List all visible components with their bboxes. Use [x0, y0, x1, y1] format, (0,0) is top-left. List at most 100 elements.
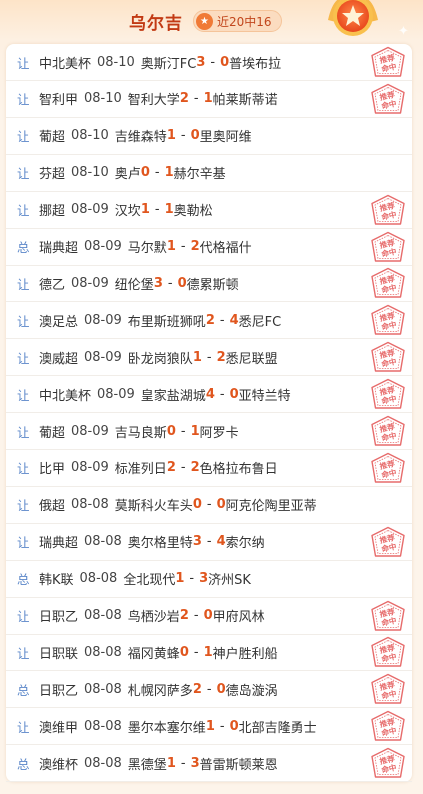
match-row[interactable]: 总 瑞典超 08-09 马尔默 1 - 2 代格福什 推荐 命中 — [6, 229, 412, 266]
home-team: 莫斯科火车头 — [114, 499, 193, 515]
home-team: 奥卢 — [114, 167, 141, 183]
league-name: 日职乙 — [39, 610, 79, 625]
match-row[interactable]: 让 俄超 08-08 莫斯科火车头 0 - 0 阿克伦陶里亚蒂 — [6, 487, 412, 524]
match-row[interactable]: 让 芬超 08-10 奥卢 0 - 1 赫尔辛基 — [6, 155, 412, 192]
home-team: 汉坎 — [114, 204, 141, 220]
league-name: 德乙 — [39, 277, 66, 293]
league-name: 澳足总 — [39, 314, 79, 330]
bet-type-label: 让 — [17, 719, 30, 735]
score-separator: - — [167, 275, 173, 291]
away-score: 1 — [164, 202, 174, 218]
away-team: 济州SK — [208, 573, 251, 589]
bet-type-label: 让 — [17, 498, 30, 514]
match-date: 08-08 — [79, 571, 118, 587]
score-separator: - — [154, 165, 160, 181]
match-row[interactable]: 让 澳足总 08-09 布里斯班狮吼 2 - 4 悉尼FC 推荐 命中 — [6, 302, 412, 340]
away-team: 赫尔辛基 — [173, 167, 226, 183]
match-row[interactable]: 让 葡超 08-10 吉维森特 1 - 0 里奥阿维 — [6, 118, 412, 155]
match-row[interactable]: 让 挪超 08-09 汉坎 1 - 1 奥勒松 推荐 命中 — [6, 192, 412, 229]
away-score: 2 — [216, 349, 226, 365]
home-team: 奥斯汀FC — [140, 56, 197, 72]
match-row[interactable]: 让 日职联 08-08 福冈黄蜂 0 - 1 神户胜利船 推荐 命中 — [6, 634, 412, 672]
league-name: 瑞典超 — [39, 241, 79, 256]
score-separator: - — [180, 128, 186, 144]
score-separator: - — [219, 312, 225, 328]
match-date: 08-09 — [97, 386, 135, 402]
match-date: 08-08 — [84, 644, 122, 660]
league-name: 澳维甲 — [39, 720, 79, 736]
score-separator: - — [180, 460, 186, 476]
match-row[interactable]: 让 智利甲 08-10 智利大学 2 - 1 帕莱斯蒂诺 推荐 命中 — [6, 81, 412, 118]
league-name: 澳维杯 — [39, 757, 79, 773]
match-date: 08-09 — [84, 312, 122, 328]
bet-type-label: 让 — [17, 424, 30, 440]
league-name: 芬超 — [39, 167, 66, 183]
match-date: 08-08 — [84, 718, 122, 734]
home-score: 0 — [179, 644, 189, 660]
bet-type-label: 让 — [17, 609, 30, 624]
score-separator: - — [206, 534, 212, 550]
hit-stamp-icon: 推荐 命中 — [370, 378, 406, 410]
match-date: 08-10 — [84, 91, 122, 107]
score-separator: - — [206, 681, 212, 697]
match-row[interactable]: 让 瑞典超 08-08 奥尔格里特 3 - 4 索尔纳 推荐 命中 — [6, 524, 412, 561]
match-row[interactable]: 让 葡超 08-09 吉马良斯 0 - 1 阿罗卡 推荐 命中 — [6, 413, 412, 450]
match-date: 08-08 — [84, 608, 122, 623]
score-separator: - — [219, 386, 225, 402]
match-row[interactable]: 让 中北美杯 08-09 皇家盐湖城 4 - 0 亚特兰特 推荐 命中 — [6, 376, 412, 414]
home-score: 1 — [205, 718, 215, 734]
match-date: 08-10 — [97, 54, 135, 70]
score-separator: - — [206, 497, 212, 513]
score-separator: - — [180, 239, 186, 254]
league-name: 葡超 — [39, 425, 66, 441]
away-score: 0 — [190, 128, 200, 144]
away-score: 0 — [203, 608, 213, 623]
score-separator: - — [189, 571, 195, 587]
bet-type-label: 让 — [17, 350, 30, 366]
match-row[interactable]: 总 澳维杯 08-08 黑德堡 1 - 3 普雷斯顿莱恩 推荐 命中 — [6, 745, 412, 783]
match-date: 08-09 — [71, 202, 109, 218]
match-row[interactable]: 让 日职乙 08-08 鸟栖沙岩 2 - 0 甲府风林 推荐 命中 — [6, 598, 412, 635]
away-score: 0 — [216, 681, 226, 697]
away-score: 1 — [203, 644, 213, 660]
score-separator: - — [193, 644, 199, 660]
away-score: 3 — [190, 755, 200, 771]
bet-type-label: 让 — [17, 387, 30, 403]
match-date: 08-09 — [84, 239, 122, 254]
match-row[interactable]: 总 日职乙 08-08 札幌冈萨多 2 - 0 德岛漩涡 推荐 命中 — [6, 671, 412, 709]
away-score: 0 — [229, 718, 239, 734]
bet-type-label: 让 — [17, 129, 30, 145]
home-score: 3 — [153, 275, 163, 291]
match-date: 08-09 — [71, 423, 109, 439]
match-date: 08-10 — [71, 128, 109, 144]
league-name: 比甲 — [39, 462, 66, 478]
league-name: 智利甲 — [39, 93, 79, 109]
match-row[interactable]: 让 比甲 08-09 标准列日 2 - 2 色格拉布鲁日 推荐 命中 — [6, 450, 412, 487]
home-score: 2 — [205, 312, 215, 328]
hit-stamp-icon: 推荐 命中 — [370, 341, 406, 373]
match-row[interactable]: 让 澳维甲 08-08 墨尔本塞尔维 1 - 0 北部吉隆勇士 推荐 命中 — [6, 708, 412, 746]
bet-type-label: 总 — [17, 240, 30, 255]
score-separator: - — [219, 718, 225, 734]
away-team: 普埃布拉 — [229, 56, 282, 72]
match-date: 08-09 — [71, 275, 109, 291]
home-score: 1 — [140, 202, 150, 218]
match-row[interactable]: 让 德乙 08-09 纽伦堡 3 - 0 德累斯顿 推荐 命中 — [6, 265, 412, 303]
league-name: 日职联 — [39, 646, 79, 662]
hit-stamp-icon: 推荐 命中 — [370, 710, 406, 742]
match-row[interactable]: 让 中北美杯 08-10 奥斯汀FC 3 - 0 普埃布拉 推荐 命中 — [6, 44, 412, 81]
league-name: 中北美杯 — [39, 56, 92, 72]
away-team: 德累斯顿 — [186, 277, 239, 293]
away-team: 亚特兰特 — [238, 388, 291, 404]
home-score: 1 — [192, 349, 202, 365]
match-row[interactable]: 总 韩K联 08-08 全北现代 1 - 3 济州SK — [6, 561, 412, 598]
away-team: 里奥阿维 — [199, 130, 252, 146]
match-row[interactable]: 让 澳威超 08-09 卧龙岗狼队 1 - 2 悉尼联盟 推荐 命中 — [6, 339, 412, 377]
match-date: 08-10 — [71, 165, 109, 181]
home-team: 卧龙岗狼队 — [127, 351, 193, 367]
home-team: 奥尔格里特 — [127, 536, 193, 552]
home-score: 2 — [166, 460, 176, 476]
home-team: 布里斯班狮吼 — [127, 314, 206, 330]
prediction-list: 让 中北美杯 08-10 奥斯汀FC 3 - 0 普埃布拉 推荐 命中 让 智利… — [6, 44, 412, 783]
home-team: 标准列日 — [114, 462, 167, 478]
